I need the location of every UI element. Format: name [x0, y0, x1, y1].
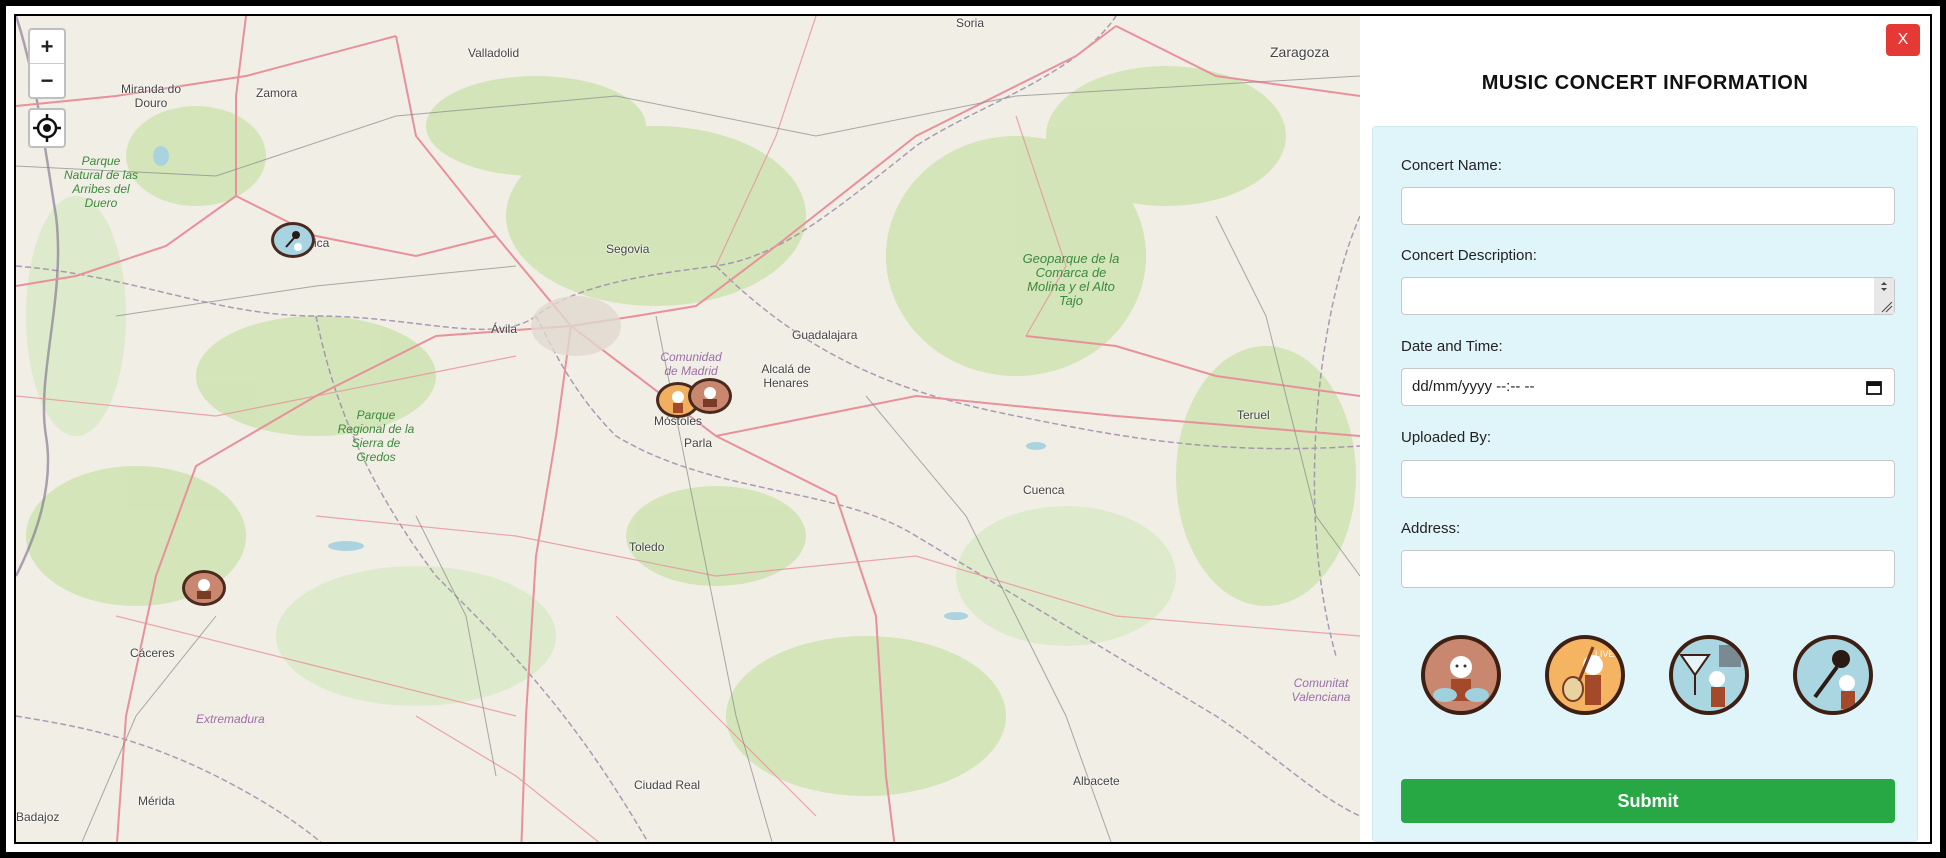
region-label: Extremadura — [196, 712, 265, 726]
park-label: Parque Natural de las Arribes del Duero — [63, 154, 139, 210]
map-label: Parla — [684, 436, 713, 450]
map-label: Soria — [956, 16, 985, 30]
svg-text:LIVE: LIVE — [1595, 649, 1615, 659]
uploaded-by-label: Uploaded By: — [1401, 429, 1492, 446]
map-label: Badajoz — [16, 810, 60, 824]
panel-title: MUSIC CONCERT INFORMATION — [1481, 72, 1809, 94]
park-label: Geoparque de la Comarca de Molina y el A… — [1022, 251, 1120, 308]
map-label: Zaragoza — [1270, 44, 1330, 60]
guitar-live-icon[interactable]: LIVE — [1545, 635, 1625, 715]
calendar-icon[interactable] — [1866, 379, 1882, 395]
drummer-icon[interactable] — [1421, 635, 1501, 715]
map-label: Ciudad Real — [634, 778, 701, 792]
concert-form: Concert Name: Concert Description: Date … — [1372, 126, 1918, 842]
zoom-control: + − — [28, 28, 66, 99]
park-label: Parque Regional de la Sierra de Gredos — [337, 408, 415, 464]
map-label: Alcalá de Henares — [761, 362, 811, 390]
uploaded-by-input[interactable] — [1401, 460, 1895, 498]
datetime-input[interactable]: dd/mm/yyyy --:-- -- — [1401, 368, 1895, 406]
map-label: ica — [314, 236, 330, 250]
map-label: Guadalajara — [792, 328, 858, 342]
map-label: Valladolid — [468, 46, 520, 60]
window-frame: Valladolid Zaragoza Miranda do Douro Zam… — [0, 0, 1946, 858]
drummer-marker-icon[interactable] — [182, 570, 226, 606]
submit-button[interactable]: Submit — [1401, 779, 1895, 823]
map-label: Toledo — [629, 540, 665, 554]
map-label: Cáceres — [130, 646, 175, 660]
cocktail-singer-icon[interactable] — [1669, 635, 1749, 715]
drummer-marker-icon[interactable] — [688, 378, 732, 414]
concert-name-label: Concert Name: — [1401, 157, 1502, 174]
concert-info-panel: X MUSIC CONCERT INFORMATION Concert Name… — [1360, 16, 1930, 842]
close-button[interactable]: X — [1886, 24, 1920, 56]
resize-handle-icon — [1874, 278, 1894, 314]
map-label: Ávila — [491, 322, 518, 336]
map-label: Mérida — [138, 794, 175, 808]
region-label: Comunitat Valenciana — [1291, 676, 1351, 704]
microphone-singer-icon[interactable] — [1793, 635, 1873, 715]
zoom-in-button[interactable]: + — [30, 30, 64, 63]
app-container: Valladolid Zaragoza Miranda do Douro Zam… — [14, 14, 1932, 844]
concert-name-input[interactable] — [1401, 187, 1895, 225]
datetime-label: Date and Time: — [1401, 338, 1503, 355]
concert-description-textarea[interactable] — [1401, 277, 1895, 315]
map-view[interactable]: Valladolid Zaragoza Miranda do Douro Zam… — [16, 16, 1360, 842]
datetime-value: dd/mm/yyyy --:-- -- — [1412, 378, 1535, 395]
microphone-marker-icon[interactable] — [271, 222, 315, 258]
map-label: Segovia — [606, 242, 650, 256]
map-label: Miranda do Douro — [120, 82, 182, 110]
address-input[interactable] — [1401, 550, 1895, 588]
map-label: Cuenca — [1023, 483, 1065, 497]
map-label: Teruel — [1237, 408, 1270, 422]
address-label: Address: — [1401, 520, 1461, 537]
crosshair-icon — [33, 114, 61, 142]
region-label: Comunidad de Madrid — [660, 350, 722, 378]
locate-button[interactable] — [28, 108, 66, 148]
map-label: Zamora — [256, 86, 298, 100]
map-label: Albacete — [1073, 774, 1120, 788]
zoom-out-button[interactable]: − — [30, 63, 64, 97]
concert-description-label: Concert Description: — [1401, 247, 1537, 264]
